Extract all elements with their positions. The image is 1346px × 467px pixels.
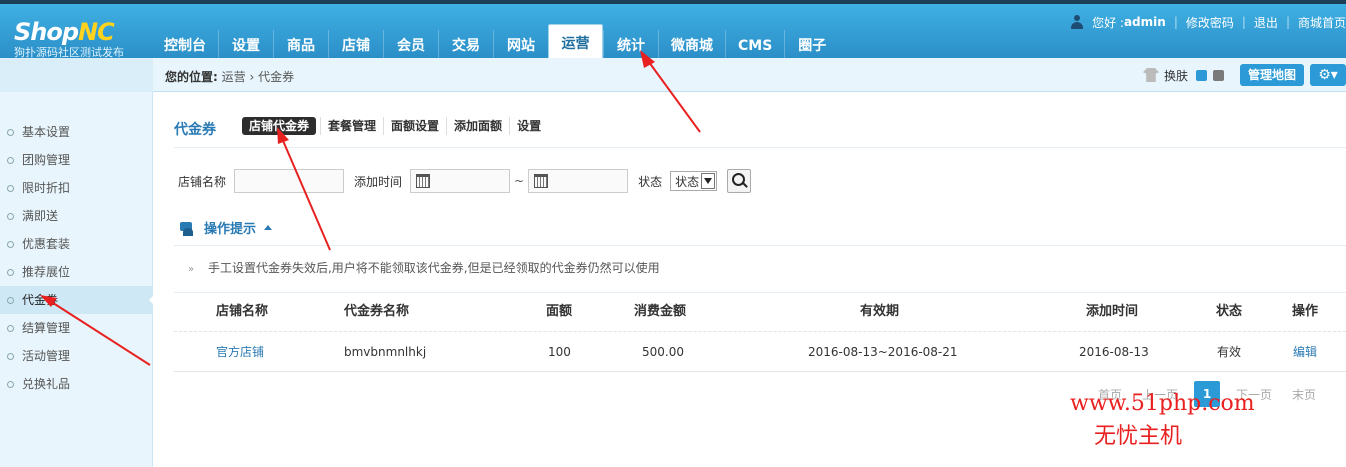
start-date-input[interactable] [410,169,511,193]
watermark-url: www.51php.com [1070,391,1255,416]
sidebar-item-promo-slots[interactable]: 推荐展位 [0,258,153,286]
status-select-value: 状态 [675,174,700,189]
tip-text: 手工设置代金券失效后,用户将不能领取该代金券,但是已经领取的代金券仍然可以使用 [207,261,660,275]
user-icon [1070,15,1084,29]
status-label: 状态 [638,174,663,189]
tip-item: » 手工设置代金券失效后,用户将不能领取该代金券,但是已经领取的代金券仍然可以使… [188,259,660,276]
tips-title: 操作提示 [204,222,257,237]
col-added: 添加时间 [1086,304,1139,319]
logo-accent: NC [78,18,115,46]
cell-status: 有效 [1217,345,1242,359]
cell-added: 2016-08-13 [1079,345,1149,359]
col-actions: 操作 [1292,304,1319,319]
cell-amount: 100 [548,345,571,359]
col-status: 状态 [1216,304,1243,319]
top-header: ShopNC 狗扑源码社区测试发布 控制台 设置 商品 店铺 会员 交易 网站 … [0,0,1346,62]
col-amount: 面额 [546,304,573,319]
col-store-name: 店铺名称 [216,304,269,319]
sidebar: 基本设置 团购管理 限时折扣 满即送 优惠套装 推荐展位 代金券 结算管理 活动… [0,92,154,467]
table-header: 店铺名称 代金券名称 面额 消费金额 有效期 添加时间 状态 操作 [174,292,1346,332]
search-button[interactable] [727,169,752,193]
tab-denominations[interactable]: 面额设置 [383,117,446,135]
divider [174,147,1346,148]
sidebar-item-gift-exchange[interactable]: 兑换礼品 [0,370,153,398]
status-select[interactable]: 状态 [670,171,718,191]
col-validity: 有效期 [860,304,900,319]
calendar-icon [534,174,549,188]
watermark: www.51php.com 无忧主机 [1070,391,1255,450]
breadcrumb: 您的位置: 运营 › 代金券 [165,70,295,84]
col-voucher-name: 代金券名称 [344,304,410,319]
nav-operations[interactable]: 运营 [548,24,603,62]
sidebar-item-group-buy[interactable]: 团购管理 [0,146,153,174]
username: admin [1123,15,1166,29]
divider [174,245,1346,246]
main-nav: 控制台 设置 商品 店铺 会员 交易 网站 运营 统计 微商城 CMS 圈子 [152,24,839,62]
sidebar-item-settlement[interactable]: 结算管理 [0,314,153,342]
gear-icon: ⚙▾ [1318,67,1338,83]
breadcrumb-current: 代金券 [258,70,295,84]
tshirt-icon [1142,68,1159,82]
tab-settings[interactable]: 设置 [509,117,548,135]
end-date-input[interactable] [528,169,629,193]
sidebar-item-vouchers[interactable]: 代金券 [0,286,154,314]
skin-swatch-blue[interactable] [1195,69,1207,81]
calendar-icon [416,174,431,188]
store-name-label: 店铺名称 [178,174,227,189]
change-password-link[interactable]: 修改密码 [1186,14,1234,31]
logo-main: Shop [14,18,79,46]
sidebar-item-activities[interactable]: 活动管理 [0,342,153,370]
sub-bar: 您的位置: 运营 › 代金券 换肤 管理地图 ⚙▾ [0,58,1346,92]
pager-last[interactable]: 末页 [1292,386,1316,403]
greeting: 您好 : [1092,15,1124,30]
tips-toggle[interactable]: 操作提示 [180,218,273,237]
breadcrumb-label: 您的位置: [165,70,218,84]
logout-link[interactable]: 退出 [1254,14,1278,31]
sidebar-item-basic-settings[interactable]: 基本设置 [0,118,153,146]
tab-add-denomination[interactable]: 添加面额 [446,117,509,135]
tab-store-vouchers[interactable]: 店铺代金券 [242,117,317,135]
table-row: 官方店铺 bmvbnmnlhkj 100 500.00 2016-08-13~2… [174,332,1346,372]
user-bar: 您好 : admin | 修改密码 | 退出 | 商城首页 [1070,12,1346,32]
logo[interactable]: ShopNC 狗扑源码社区测试发布 [14,18,124,60]
toolbar: 换肤 管理地图 ⚙▾ [1142,64,1346,86]
tab-bar: 店铺代金券 套餐管理 面额设置 添加面额 设置 [242,117,548,135]
chevron-down-icon [701,173,716,189]
sidebar-item-bundles[interactable]: 优惠套装 [0,230,153,258]
cell-min-spend: 500.00 [642,345,684,359]
bullet-icon: » [188,264,195,275]
filter-bar: 店铺名称 添加时间 ~ 状态 状态 [178,169,752,193]
col-min-spend: 消费金额 [634,304,687,319]
sitemap-button[interactable]: 管理地图 [1239,64,1304,86]
voucher-table: 店铺名称 代金券名称 面额 消费金额 有效期 添加时间 状态 操作 官方店铺 b… [174,292,1346,372]
gear-menu-button[interactable]: ⚙▾ [1310,64,1346,86]
cell-voucher-name: bmvbnmnlhkj [344,345,427,359]
edit-link[interactable]: 编辑 [1293,332,1317,372]
skin-swatch-gray[interactable] [1212,69,1224,81]
sidebar-item-flash-discount[interactable]: 限时折扣 [0,174,153,202]
page-title: 代金券 [174,122,216,138]
add-time-label: 添加时间 [354,174,403,189]
store-home-link[interactable]: 商城首页 [1298,14,1346,31]
breadcrumb-parent[interactable]: 运营 [222,70,246,84]
tab-packages[interactable]: 套餐管理 [320,117,383,135]
watermark-text: 无忧主机 [1094,424,1183,449]
cell-store-link[interactable]: 官方店铺 [216,332,264,372]
tips-icon [180,220,196,236]
sidebar-item-full-gift[interactable]: 满即送 [0,202,153,230]
store-name-input[interactable] [234,169,345,193]
cell-validity: 2016-08-13~2016-08-21 [808,345,958,359]
caret-up-icon [264,221,273,230]
skin-label: 换肤 [1163,68,1188,83]
range-separator: ~ [514,174,525,188]
